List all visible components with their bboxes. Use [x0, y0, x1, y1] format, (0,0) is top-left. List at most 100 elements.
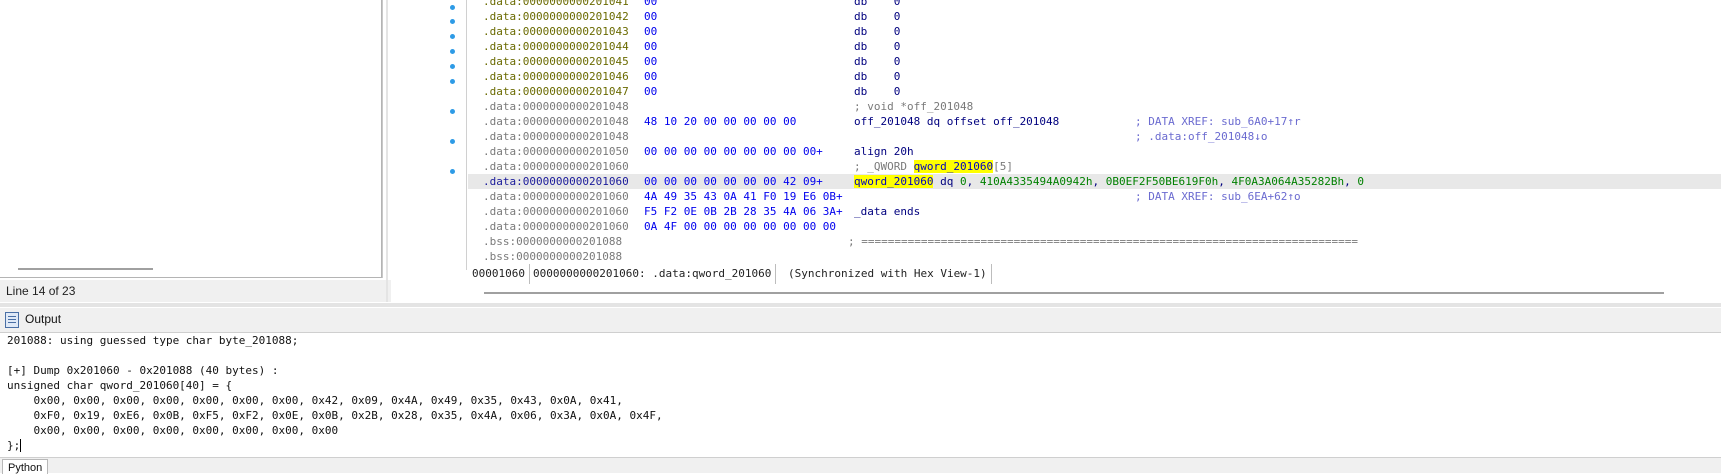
listing-row[interactable]: .data:0000000000201043 00 db 0 [468, 24, 1721, 39]
row-instruction: db 0 [854, 40, 901, 53]
listing-row[interactable]: .data:0000000000201044 00 db 0 [468, 39, 1721, 54]
flow-dot [450, 109, 455, 114]
row-address: .data:0000000000201047 [483, 85, 629, 98]
flow-dot [450, 19, 455, 24]
flow-dot [450, 169, 455, 174]
output-line: unsigned char qword_201060[40] = { [7, 379, 233, 392]
row-address: .data:0000000000201060 [483, 205, 629, 218]
separator: , [1092, 175, 1106, 188]
listing-row[interactable]: .data:0000000000201060 4A 49 35 43 0A 41… [468, 189, 1721, 204]
output-window-header: Output [0, 308, 1721, 333]
row-address: .bss:0000000000201088 [483, 235, 623, 248]
row-address: .data:0000000000201060 [483, 175, 629, 188]
row-address: .data:0000000000201048 [483, 130, 629, 143]
separator: , [966, 175, 980, 188]
listing-row[interactable]: .data:0000000000201047 00 db 0 [468, 84, 1721, 99]
row-bytes: F5 F2 0E 0B 2B 28 35 4A 06 3A+ [644, 205, 843, 218]
row-address: .data:0000000000201043 [483, 25, 629, 38]
row-address: .data:0000000000201060 [483, 220, 629, 233]
row-address: .data:0000000000201041 [483, 0, 629, 8]
flow-dot [450, 34, 455, 39]
line-status: Line 14 of 23 [0, 280, 391, 302]
text-caret [20, 439, 21, 452]
operand: 410A4335494A0942h [979, 175, 1093, 188]
listing-row[interactable]: .data:0000000000201060 F5 F2 0E 0B 2B 28… [468, 204, 1721, 219]
listing-horizontal-scrollbar[interactable] [484, 292, 1664, 294]
operator: dq [933, 175, 960, 188]
output-line: 201088: using guessed type char byte_201… [7, 334, 299, 347]
row-address: .data:0000000000201050 [483, 145, 629, 158]
window-splitter[interactable] [0, 303, 1721, 307]
row-instruction: db 0 [854, 25, 901, 38]
row-bytes: 00 00 00 00 00 00 00 00 00+ [644, 145, 823, 158]
row-instruction: off_201048 dq offset off_201048 [854, 115, 1060, 128]
row-address: .data:0000000000201042 [483, 10, 629, 23]
listing-row[interactable]: .bss:0000000000201088 [468, 249, 1721, 262]
row-bytes: 00 [644, 70, 658, 83]
row-comment: ; void *off_201048 [854, 100, 974, 113]
listing-row[interactable]: .data:0000000000201042 00 db 0 [468, 9, 1721, 24]
row-address: .data:0000000000201060 [483, 160, 629, 173]
operand: 0B0EF2F50BE619F0h [1105, 175, 1219, 188]
row-bytes: 48 10 20 00 00 00 00 00 [644, 115, 797, 128]
row-instruction: db 0 [854, 55, 901, 68]
listing-row[interactable]: .data:0000000000201060 ; _QWORD qword_20… [468, 159, 1721, 174]
highlighted-name[interactable]: qword_201060 [854, 175, 934, 188]
row-bytes: 4A 49 35 43 0A 41 F0 19 E6 0B+ [644, 190, 843, 203]
listing-row[interactable]: .data:0000000000201048 48 10 20 00 00 00… [468, 114, 1721, 129]
row-xref[interactable]: ; DATA XREF: sub_6A0+17↑r [1135, 114, 1301, 129]
row-instruction: _data ends [854, 205, 921, 218]
listing-row[interactable]: .data:0000000000201050 00 00 00 00 00 00… [468, 144, 1721, 159]
row-address: .data:0000000000201048 [483, 115, 629, 128]
operand: 0 [959, 175, 967, 188]
functions-horizontal-scrollbar[interactable] [18, 268, 153, 270]
status-sync: (Synchronized with Hex View-1) [784, 264, 992, 284]
flow-dot [450, 49, 455, 54]
output-line: 0x00, 0x00, 0x00, 0x00, 0x00, 0x00, 0x00… [7, 424, 339, 437]
row-address: .data:0000000000201046 [483, 70, 629, 83]
output-text-area[interactable]: 201088: using guessed type char byte_201… [0, 333, 1721, 456]
row-bytes: 0A 4F 00 00 00 00 00 00 00 00 [644, 220, 837, 233]
status-location: 0000000000201060: .data:qword_201060 [529, 264, 777, 284]
listing-row[interactable]: .data:0000000000201046 00 db 0 [468, 69, 1721, 84]
row-comment: ; ======================================… [848, 235, 1358, 248]
row-bytes: 00 [644, 55, 658, 68]
row-instruction: db 0 [854, 10, 901, 23]
disassembly-listing[interactable]: .data:0000000000201041 00 db 0 .data:000… [468, 0, 1721, 262]
flow-dot [450, 64, 455, 69]
row-bytes: 00 [644, 25, 658, 38]
listing-row[interactable]: .data:0000000000201045 00 db 0 [468, 54, 1721, 69]
row-instruction: db 0 [854, 70, 901, 83]
separator: , [1344, 175, 1358, 188]
flow-dot [450, 139, 455, 144]
listing-row-current[interactable]: .data:0000000000201060 00 00 00 00 00 00… [468, 174, 1721, 189]
row-instruction: qword_201060 dq 0, 410A4335494A0942h, 0B… [854, 174, 1364, 189]
listing-status-bar: 00001060 0000000000201060: .data:qword_2… [468, 264, 1721, 284]
listing-row[interactable]: .data:0000000000201048 ; .data:off_20104… [468, 129, 1721, 144]
flow-dot [450, 5, 455, 10]
output-line: }; [7, 439, 21, 452]
row-xref[interactable]: ; DATA XREF: sub_6EA+62↑o [1135, 189, 1301, 204]
row-xref[interactable]: ; .data:off_201048↓o [1135, 129, 1267, 144]
functions-list[interactable] [0, 0, 382, 278]
status-offset: 00001060 [468, 264, 530, 284]
output-tab-bar: Python [0, 457, 1721, 474]
row-instruction: align 20h [854, 145, 914, 158]
listing-gutter[interactable] [388, 0, 467, 270]
functions-pane [0, 0, 383, 278]
row-address: .data:0000000000201045 [483, 55, 629, 68]
highlighted-name[interactable]: qword_201060 [913, 160, 994, 173]
operand: 0 [1357, 175, 1365, 188]
row-bytes: 00 [644, 85, 658, 98]
row-bytes: 00 00 00 00 00 00 00 42 09+ [644, 175, 823, 188]
output-line: 0x00, 0x00, 0x00, 0x00, 0x00, 0x00, 0x00… [7, 394, 623, 407]
listing-row[interactable]: .bss:0000000000201088 ; ================… [468, 234, 1721, 249]
comment-prefix: ; _QWORD [854, 160, 914, 173]
listing-row[interactable]: .data:0000000000201060 0A 4F 00 00 00 00… [468, 219, 1721, 234]
listing-row[interactable]: .data:0000000000201041 00 db 0 [468, 0, 1721, 9]
row-bytes: 00 [644, 10, 658, 23]
listing-row[interactable]: .data:0000000000201048 ; void *off_20104… [468, 99, 1721, 114]
row-bytes: 00 [644, 0, 658, 8]
row-bytes: 00 [644, 40, 658, 53]
flow-dot [450, 79, 455, 84]
